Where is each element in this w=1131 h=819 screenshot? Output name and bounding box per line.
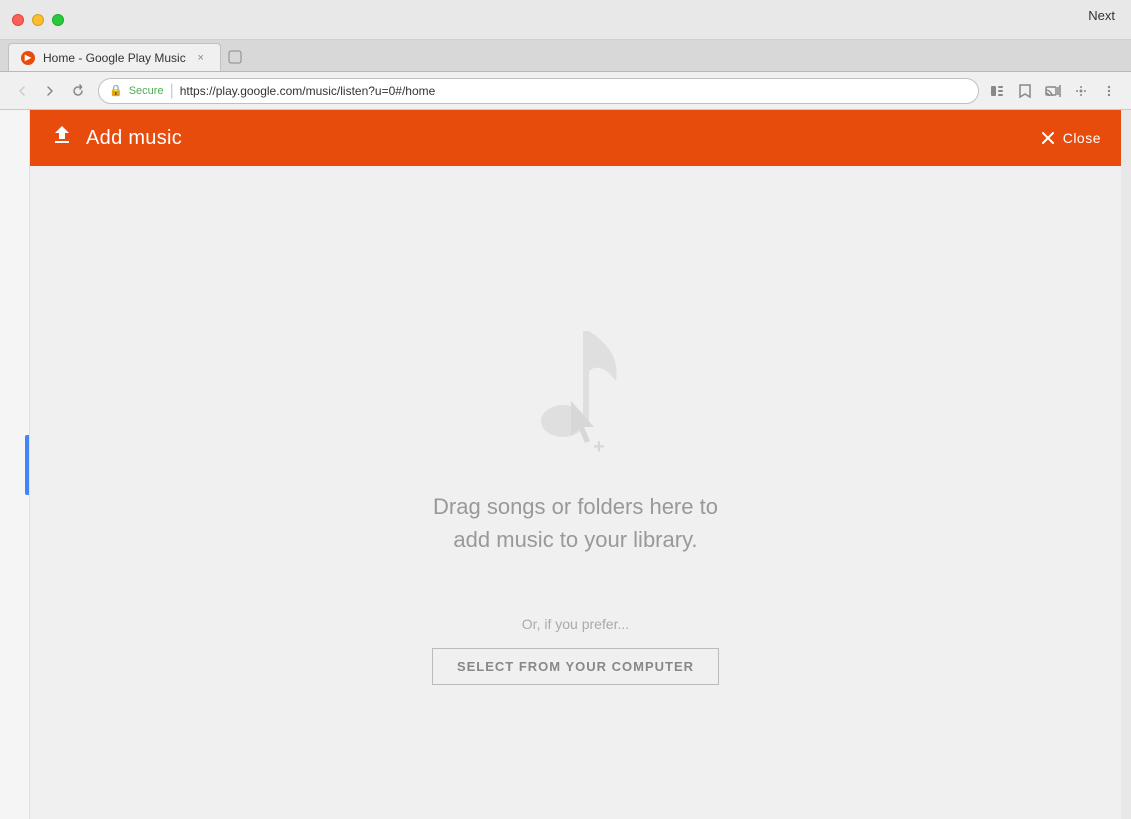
nav-buttons <box>10 79 90 103</box>
maximize-window-button[interactable] <box>52 14 64 26</box>
drop-zone[interactable]: + Drag songs or folders here to add musi… <box>30 166 1121 819</box>
menu-button[interactable] <box>1097 79 1121 103</box>
next-label: Next <box>1088 8 1115 23</box>
forward-button[interactable] <box>38 79 62 103</box>
music-note-icon: + <box>511 301 641 461</box>
active-tab[interactable]: ▶ Home - Google Play Music × <box>8 43 221 71</box>
scrollbar[interactable] <box>1121 110 1131 819</box>
tab-title: Home - Google Play Music <box>43 51 186 65</box>
minimize-window-button[interactable] <box>32 14 44 26</box>
sidebar-indicator <box>25 435 29 495</box>
main-content: Add music Close <box>30 110 1121 819</box>
title-bar: Next <box>0 0 1131 40</box>
drag-instruction: Drag songs or folders here to add music … <box>433 490 718 556</box>
close-button[interactable]: Close <box>1039 129 1101 147</box>
close-window-button[interactable] <box>12 14 24 26</box>
upload-icon <box>50 123 74 153</box>
select-from-computer-button[interactable]: SELECT FROM YOUR COMPUTER <box>432 648 719 685</box>
close-label: Close <box>1063 130 1101 146</box>
browser-chrome: 🔒 Secure | https://play.google.com/music… <box>0 72 1131 110</box>
sidebar <box>0 110 30 819</box>
bookmark-button[interactable] <box>1013 79 1037 103</box>
music-icon-area: + <box>511 301 641 466</box>
reader-view-button[interactable] <box>985 79 1009 103</box>
prefer-text: Or, if you prefer... <box>522 616 629 632</box>
address-bar[interactable]: 🔒 Secure | https://play.google.com/music… <box>98 78 979 104</box>
add-music-left: Add music <box>50 123 182 153</box>
new-tab-button[interactable] <box>221 43 249 71</box>
tab-favicon: ▶ <box>21 51 35 65</box>
browser-content: Add music Close <box>0 110 1131 819</box>
traffic-lights <box>12 14 64 26</box>
lock-icon: 🔒 <box>109 84 123 97</box>
url-text: https://play.google.com/music/listen?u=0… <box>180 84 436 98</box>
extensions-button[interactable] <box>1069 79 1093 103</box>
address-bar-row: 🔒 Secure | https://play.google.com/music… <box>98 78 1121 104</box>
add-music-title: Add music <box>86 127 182 150</box>
add-music-header: Add music Close <box>30 110 1121 166</box>
tab-bar: ▶ Home - Google Play Music × <box>0 40 1131 72</box>
secure-text: Secure <box>129 85 164 97</box>
reload-button[interactable] <box>66 79 90 103</box>
cast-button[interactable] <box>1041 79 1065 103</box>
svg-text:+: + <box>593 436 605 458</box>
browser-actions <box>985 79 1121 103</box>
tab-close-button[interactable]: × <box>194 51 208 65</box>
back-button[interactable] <box>10 79 34 103</box>
